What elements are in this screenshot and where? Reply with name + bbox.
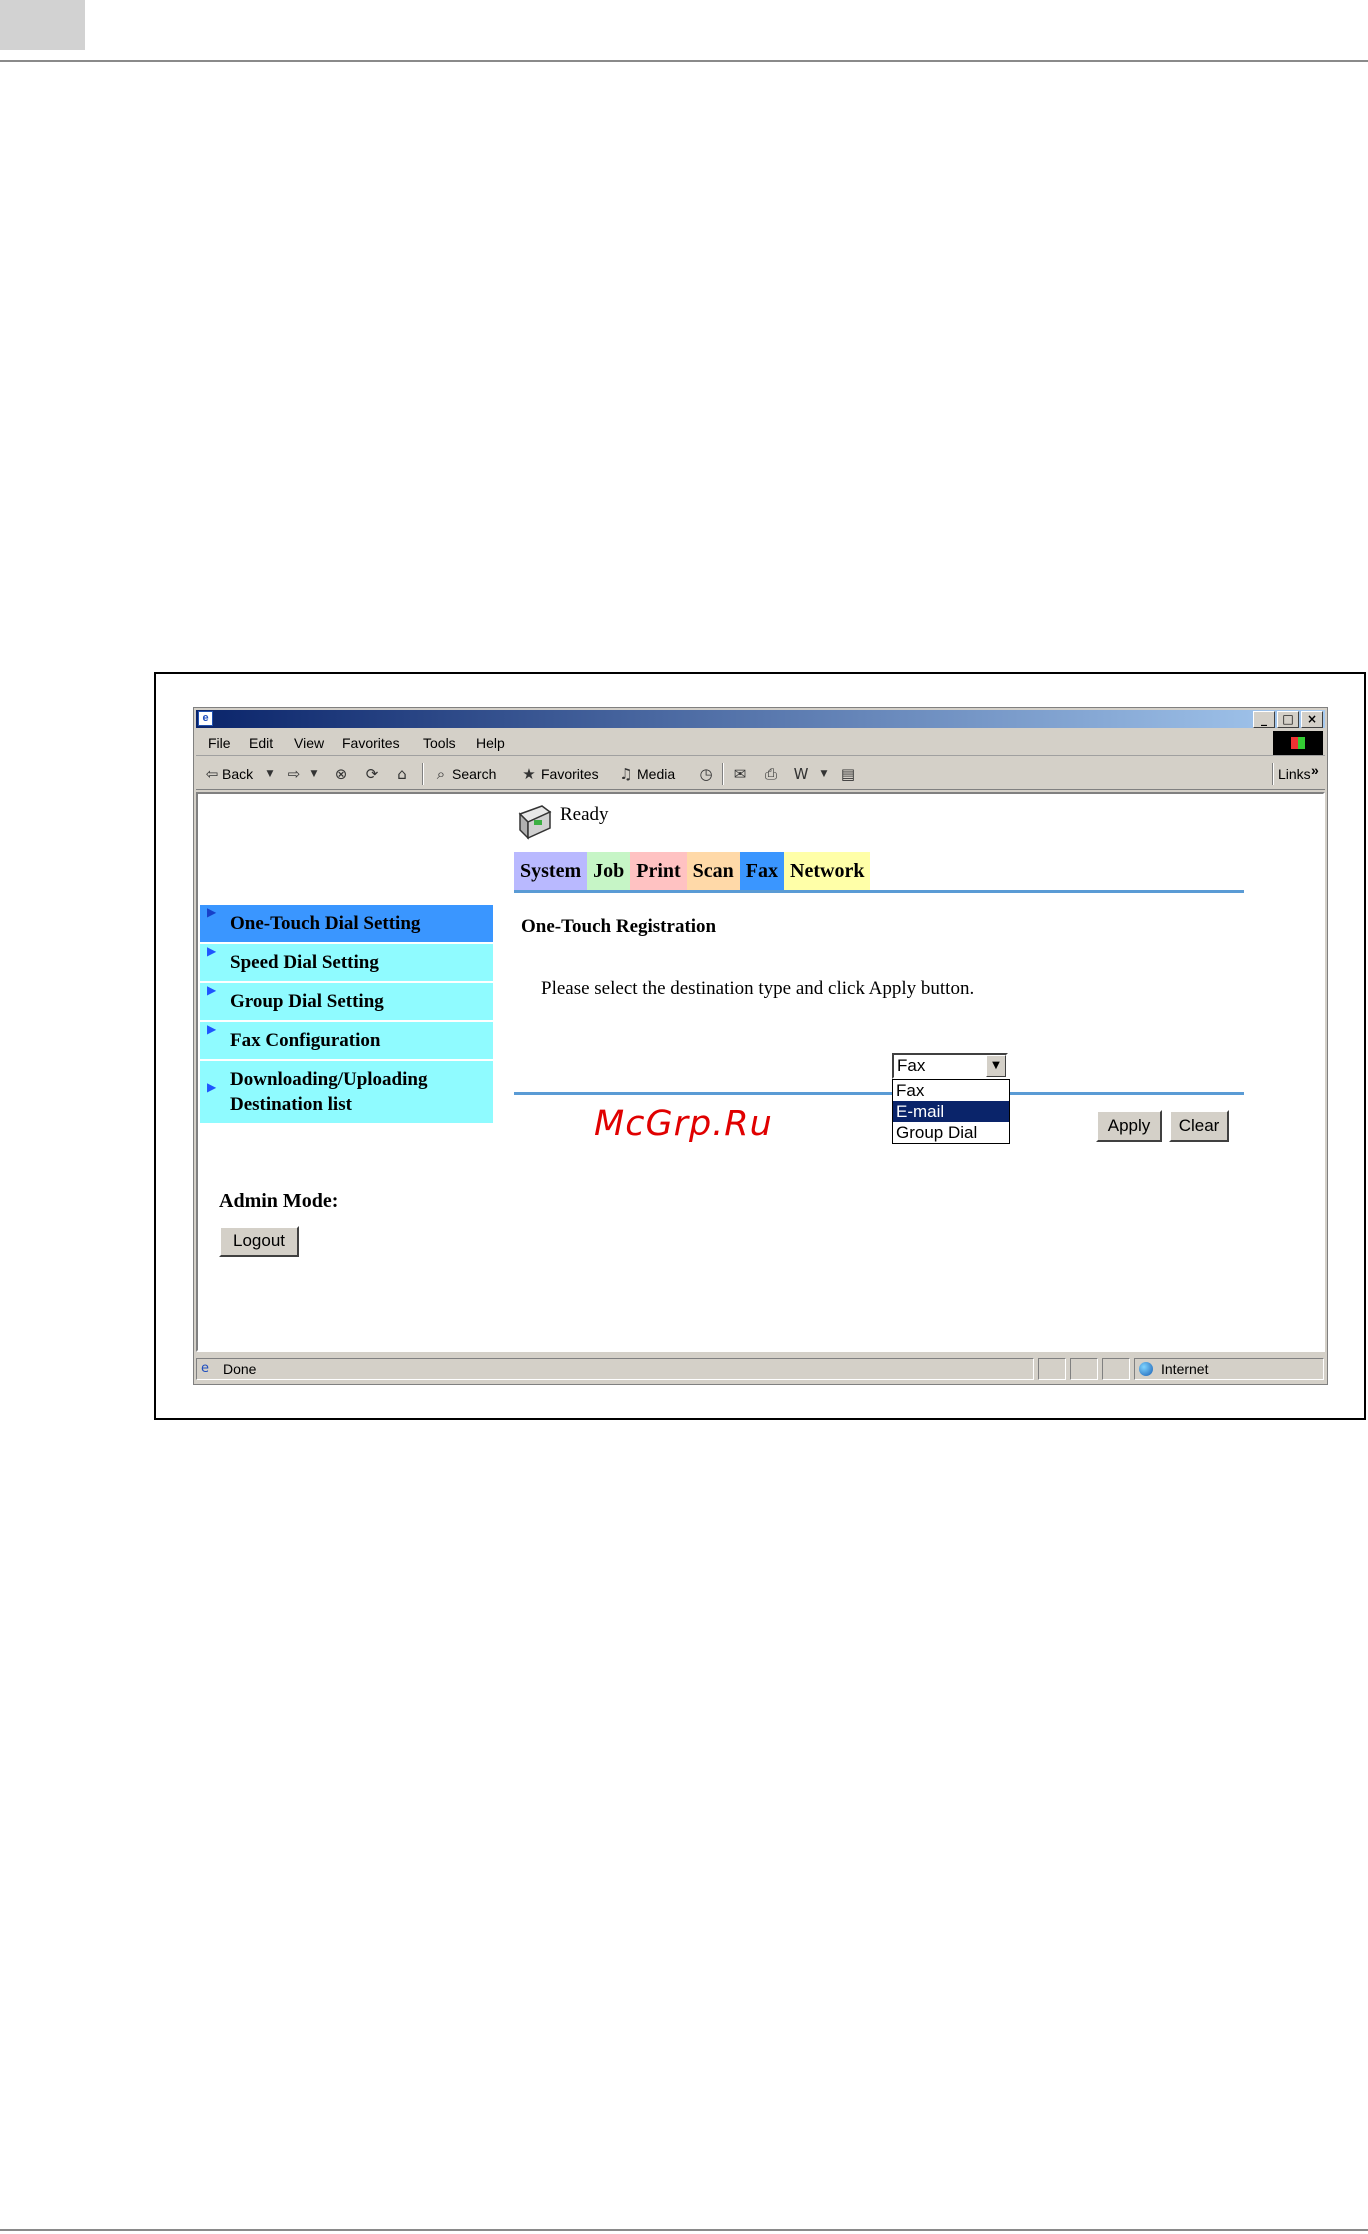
sidebar-item-one-touch-dial[interactable]: ▶ One-Touch Dial Setting (200, 905, 493, 944)
title-bar[interactable]: e _ □ × (196, 710, 1325, 728)
option-group-dial[interactable]: Group Dial (893, 1122, 1009, 1143)
back-dropdown-icon[interactable]: ▼ (260, 764, 280, 784)
menu-view[interactable]: View (294, 735, 324, 751)
tab-scan[interactable]: Scan (686, 852, 740, 890)
globe-icon (1139, 1362, 1153, 1376)
page-footer-rule (0, 2229, 1368, 2231)
tab-job[interactable]: Job (587, 852, 631, 890)
page-done-icon: e (201, 1361, 209, 1376)
menu-file[interactable]: File (208, 735, 231, 751)
status-cell-empty (1038, 1358, 1066, 1380)
status-bar: e Done Internet (196, 1356, 1325, 1382)
destination-type-dropdown: Fax E-mail Group Dial (892, 1079, 1010, 1144)
tab-underline (514, 890, 1244, 893)
sidebar-item-speed-dial[interactable]: ▶ Speed Dial Setting (200, 944, 493, 983)
page-header-rule (0, 60, 1368, 62)
toolbar-separator (422, 763, 424, 785)
status-cell-empty (1070, 1358, 1098, 1380)
section-title: One-Touch Registration (521, 916, 717, 937)
links-chevron[interactable]: » (1311, 762, 1319, 778)
close-button[interactable]: × (1301, 711, 1323, 728)
search-button[interactable]: Search (452, 766, 496, 782)
sidebar-item-fax-configuration[interactable]: ▶ Fax Configuration (200, 1022, 493, 1061)
toolbar-separator (1272, 763, 1274, 785)
sidebar: ▶ One-Touch Dial Setting ▶ Speed Dial Se… (200, 905, 493, 1125)
toolbar-separator (722, 763, 724, 785)
edit-dropdown-icon[interactable]: ▼ (814, 764, 834, 784)
sidebar-item-download-upload[interactable]: ▶ Downloading/Uploading Destination list (200, 1061, 493, 1125)
history-icon[interactable]: ◷ (696, 764, 716, 784)
status-text-cell: e Done (196, 1358, 1034, 1380)
option-email[interactable]: E-mail (893, 1101, 1009, 1122)
page-corner-tab (0, 0, 85, 50)
sidebar-item-label: One-Touch Dial Setting (230, 913, 421, 934)
content-divider (514, 1092, 1244, 1095)
back-button[interactable]: Back (222, 766, 253, 782)
menu-edit[interactable]: Edit (249, 735, 273, 751)
zone-text: Internet (1161, 1361, 1209, 1377)
device-status-text: Ready (560, 804, 609, 825)
search-icon: ⌕ (436, 765, 446, 783)
sidebar-item-label: Fax Configuration (230, 1030, 381, 1051)
media-icon: ♫ (619, 765, 633, 783)
links-button[interactable]: Links (1278, 766, 1311, 782)
menu-tools[interactable]: Tools (423, 735, 456, 751)
destination-type-value: Fax (897, 1056, 926, 1075)
arrow-right-icon: ▶ (207, 905, 217, 919)
page-viewport: Ready System Job Print Scan Fax Network … (196, 792, 1325, 1352)
menu-bar: File Edit View Favorites Tools Help (196, 730, 1325, 756)
forward-dropdown-icon[interactable]: ▼ (304, 764, 324, 784)
sidebar-item-label: Downloading/Uploading (230, 1069, 428, 1090)
mail-icon[interactable]: ✉ (730, 764, 750, 784)
printer-status-icon (518, 805, 552, 840)
tab-print[interactable]: Print (630, 852, 687, 890)
menu-favorites[interactable]: Favorites (342, 735, 400, 751)
arrow-right-icon: ▶ (207, 1022, 217, 1036)
tab-network[interactable]: Network (784, 852, 871, 890)
watermark: McGrp.Ru (594, 1104, 773, 1144)
favorites-button[interactable]: Favorites (541, 766, 599, 782)
stop-icon[interactable]: ⊗ (331, 764, 351, 784)
admin-mode-label: Admin Mode: (219, 1190, 339, 1212)
clear-button[interactable]: Clear (1169, 1110, 1229, 1142)
security-zone-cell: Internet (1134, 1358, 1324, 1380)
chevron-down-icon[interactable]: ▼ (986, 1055, 1006, 1077)
instruction-text: Please select the destination type and c… (541, 978, 975, 999)
category-tabs: System Job Print Scan Fax Network (514, 852, 871, 890)
status-text: Done (223, 1361, 257, 1377)
browser-window: e _ □ × File Edit View Favorites Tools H… (193, 707, 1328, 1385)
maximize-button[interactable]: □ (1277, 711, 1299, 728)
browser-app-icon: e (198, 711, 213, 726)
minimize-button[interactable]: _ (1253, 711, 1275, 728)
favorites-icon: ★ (522, 765, 536, 783)
sidebar-item-group-dial[interactable]: ▶ Group Dial Setting (200, 983, 493, 1022)
destination-type-select[interactable]: Fax ▼ (892, 1053, 1008, 1079)
arrow-right-icon: ▶ (207, 944, 217, 958)
sidebar-item-label-line2: Destination list (230, 1094, 352, 1115)
windows-logo-icon (1273, 731, 1323, 755)
tab-system[interactable]: System (514, 852, 588, 890)
logout-button[interactable]: Logout (219, 1226, 299, 1257)
sidebar-item-label: Speed Dial Setting (230, 952, 379, 973)
arrow-right-icon: ▶ (207, 983, 217, 997)
arrow-right-icon: ▶ (207, 1080, 217, 1094)
menu-help[interactable]: Help (476, 735, 505, 751)
sidebar-item-label: Group Dial Setting (230, 991, 384, 1012)
tab-fax[interactable]: Fax (739, 852, 785, 890)
discuss-icon[interactable]: ▤ (838, 764, 858, 784)
apply-button[interactable]: Apply (1096, 1110, 1162, 1142)
home-icon[interactable]: ⌂ (392, 764, 412, 784)
forward-arrow-icon[interactable]: ⇨ (284, 764, 304, 784)
option-fax[interactable]: Fax (893, 1080, 1009, 1101)
refresh-icon[interactable]: ⟳ (362, 764, 382, 784)
print-icon[interactable]: ⎙ (761, 764, 781, 784)
status-cell-empty (1102, 1358, 1130, 1380)
toolbar: ⇦ Back ▼ ⇨ ▼ ⊗ ⟳ ⌂ ⌕ Search ★ Favorites … (196, 758, 1325, 790)
edit-word-icon[interactable]: W (791, 764, 811, 784)
back-arrow-icon[interactable]: ⇦ (202, 764, 222, 784)
media-button[interactable]: Media (637, 766, 675, 782)
